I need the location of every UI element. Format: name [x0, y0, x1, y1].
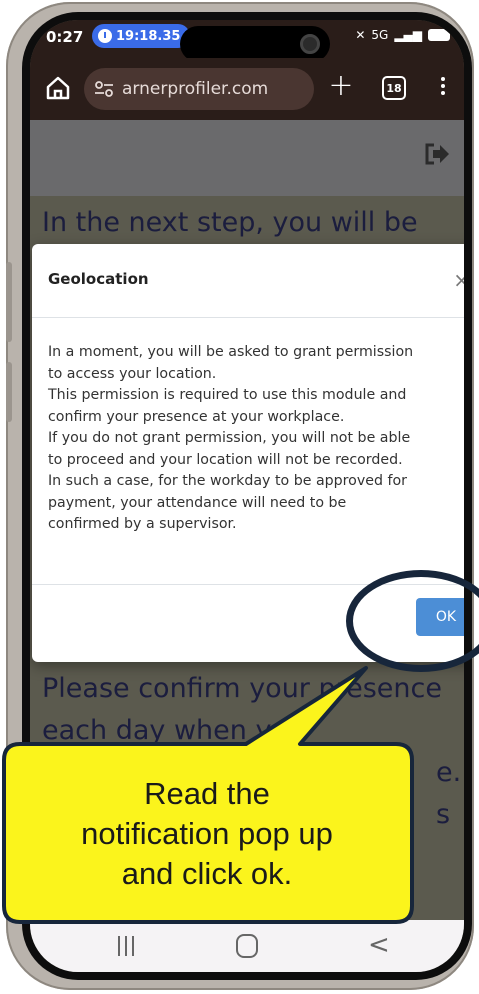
- address-bar[interactable]: arnerprofiler.com: [84, 68, 314, 110]
- modal-body-line: In a moment, you will be asked to grant …: [48, 344, 414, 360]
- site-settings-icon[interactable]: [94, 81, 114, 97]
- battery-icon: [428, 29, 450, 41]
- tab-switcher-button[interactable]: 18: [382, 76, 406, 100]
- page-intro-text: In the next step, you will be: [42, 207, 418, 238]
- phone-side-button: [6, 362, 12, 422]
- recents-icon[interactable]: [118, 936, 138, 956]
- status-icons: ✕ 5G ▂▄▆: [355, 28, 450, 42]
- browser-menu-button[interactable]: [438, 74, 448, 102]
- timer-pill: 19:18.35: [92, 24, 191, 48]
- modal-body-line: confirm your presence at your workplace.: [48, 408, 345, 425]
- camera-lens-icon: [300, 34, 320, 54]
- menu-dot: [441, 84, 445, 88]
- callout-line: and click ok.: [121, 856, 293, 891]
- menu-dot: [441, 77, 445, 81]
- callout-line: notification pop up: [81, 816, 333, 851]
- modal-body-line: This permission is required to use this …: [48, 387, 407, 403]
- nav-back-icon[interactable]: <: [368, 932, 390, 958]
- recents-bar: [132, 936, 134, 956]
- recents-bar: [125, 936, 127, 956]
- recents-bar: [118, 936, 120, 956]
- callout-line: Read the: [144, 776, 270, 811]
- nav-home-icon[interactable]: [236, 934, 258, 958]
- modal-body-line: to proceed and your location will not be…: [48, 451, 403, 468]
- browser-toolbar: arnerprofiler.com + 18: [30, 58, 464, 120]
- menu-dot: [441, 91, 445, 95]
- stopwatch-icon: [98, 29, 112, 43]
- modal-body-line: to access your location.: [48, 365, 217, 382]
- close-icon[interactable]: ×: [453, 270, 464, 290]
- modal-title: Geolocation: [48, 270, 149, 288]
- new-tab-button[interactable]: +: [326, 68, 356, 103]
- logout-icon[interactable]: [424, 142, 450, 166]
- callout-text: Read the notification pop up and click o…: [2, 774, 412, 894]
- page-header: [30, 120, 464, 196]
- modal-body-line: If you do not grant permission, you will…: [48, 430, 411, 446]
- modal-header: Geolocation ×: [32, 244, 464, 318]
- modal-body-line: confirmed by a supervisor.: [48, 516, 237, 532]
- network-label: 5G: [371, 28, 389, 42]
- modal-body: In a moment, you will be asked to grant …: [48, 342, 464, 536]
- modal-body-line: In such a case, for the workday to be ap…: [48, 473, 408, 489]
- url-text: arnerprofiler.com: [122, 79, 269, 99]
- phone-side-button: [6, 262, 12, 342]
- signal-icon: ▂▄▆: [394, 28, 422, 42]
- status-bar: 0:27 19:18.35 ✦ • ✕ 5G ▂▄▆: [30, 20, 464, 62]
- mute-icon: ✕: [355, 28, 366, 42]
- camera-cutout: [180, 26, 330, 62]
- status-time: 0:27: [46, 28, 84, 46]
- timer-value: 19:18.35: [116, 28, 181, 44]
- modal-body-line: payment, your attendance will need to be: [48, 494, 347, 511]
- home-icon[interactable]: [44, 74, 72, 102]
